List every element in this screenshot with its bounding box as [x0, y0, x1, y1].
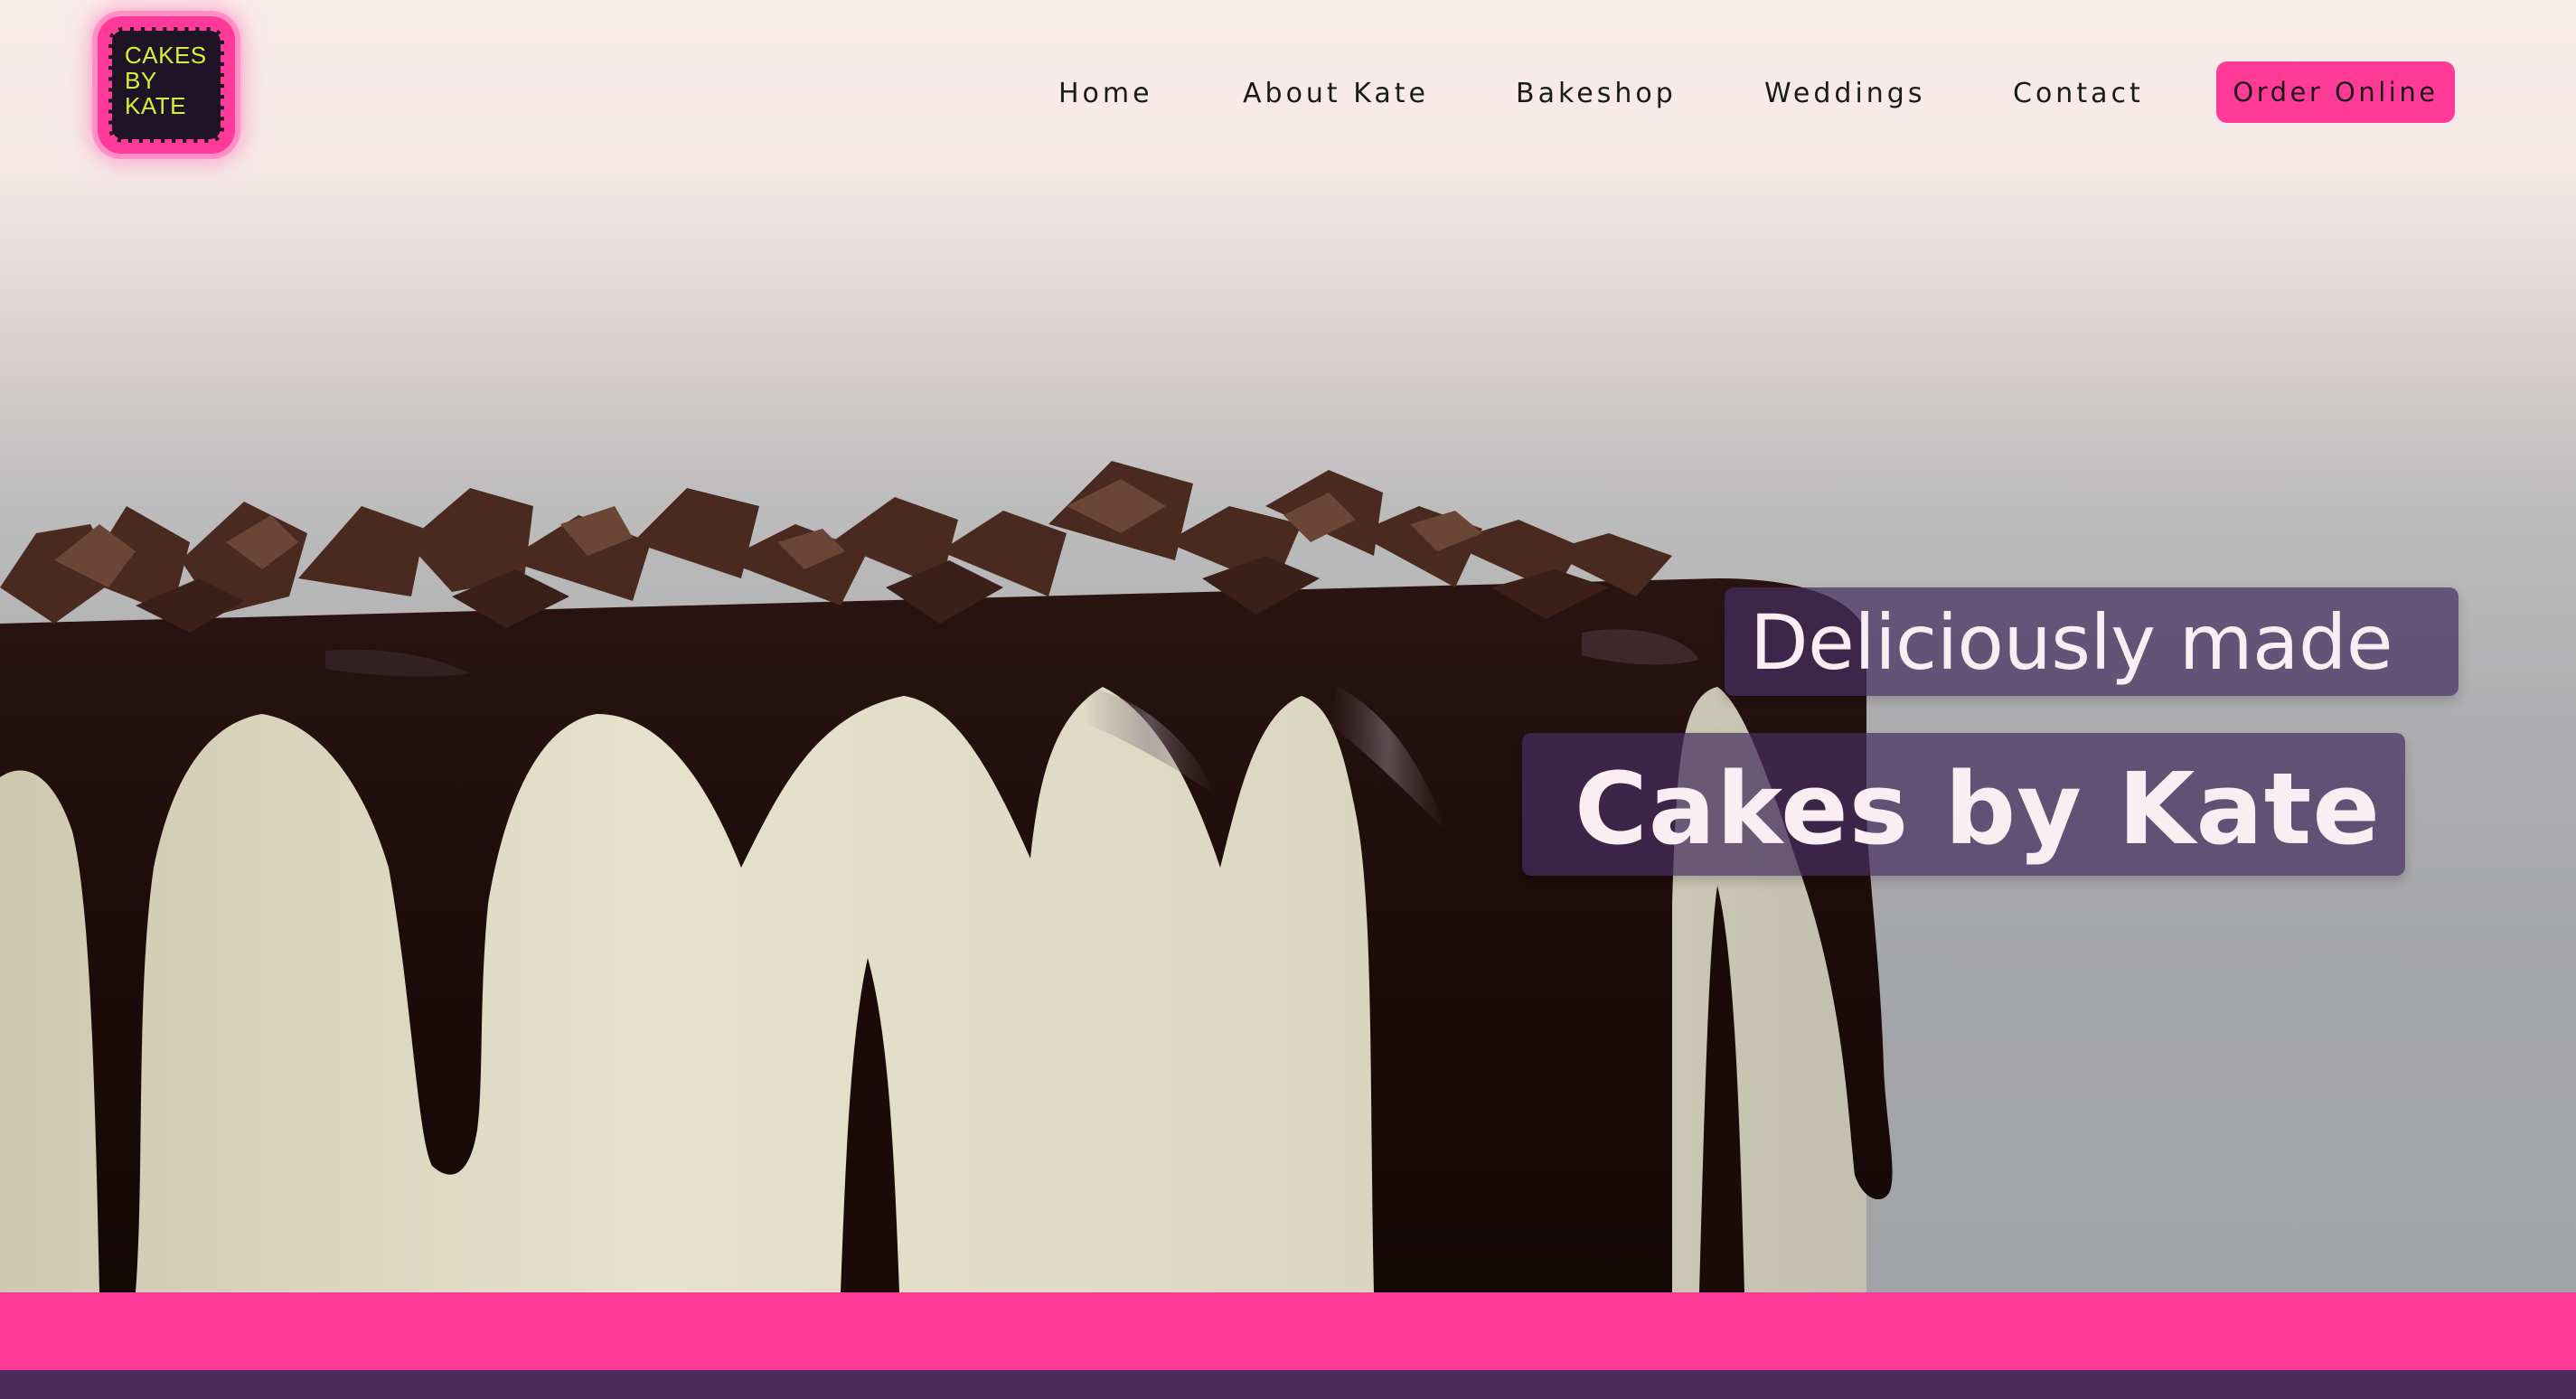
main-nav: Home About Kate Bakeshop Weddings Contac…	[0, 61, 2576, 125]
nav-contact-link[interactable]: Contact	[2013, 78, 2144, 109]
nav-home-link[interactable]: Home	[1058, 78, 1153, 109]
hero-tagline-box: Deliciously made	[1725, 587, 2458, 696]
hero-tagline: Deliciously made	[1750, 598, 2393, 687]
nav-bakeshop-link[interactable]: Bakeshop	[1516, 78, 1677, 109]
nav-about-kate-link[interactable]: About Kate	[1243, 78, 1429, 109]
footer-pink-band	[0, 1292, 2576, 1370]
page: CAKES BY KATE Home About Kate Bakeshop W…	[0, 0, 2576, 1399]
footer-purple-band	[0, 1370, 2576, 1399]
site-header: CAKES BY KATE Home About Kate Bakeshop W…	[0, 0, 2576, 181]
hero-title-box: Cakes by Kate	[1522, 733, 2405, 876]
hero-title: Cakes by Kate	[1575, 751, 2381, 867]
order-online-button[interactable]: Order Online	[2216, 61, 2455, 123]
nav-weddings-link[interactable]: Weddings	[1764, 78, 1925, 109]
